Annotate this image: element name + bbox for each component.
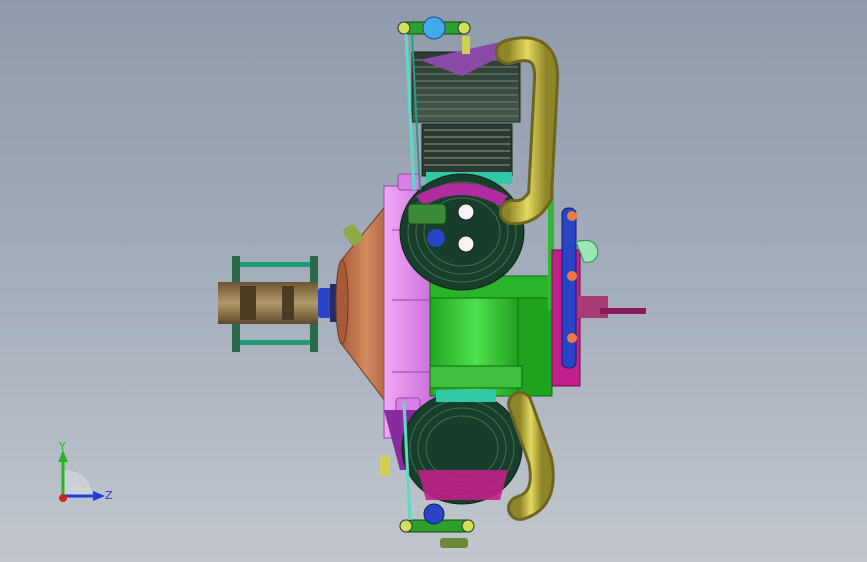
hub-collar-2 [282, 286, 294, 320]
hub-cage-top-bar [236, 262, 316, 267]
prop-hub-assembly[interactable] [218, 256, 340, 352]
top-cylinder-head[interactable] [399, 173, 525, 291]
valve-cap-upper [457, 203, 475, 221]
valve-cap-lower [457, 235, 475, 253]
hub-collar [240, 286, 256, 320]
triad-z-arrow [93, 491, 105, 501]
cad-viewport[interactable]: Y Z [0, 0, 867, 562]
spark-plug-top [422, 16, 446, 40]
rear-cover [561, 207, 577, 369]
triad-y-label: Y [58, 440, 66, 453]
rocker-plate [407, 203, 447, 225]
rear-accessory-section[interactable] [548, 190, 646, 387]
exhaust-pipe-bottom[interactable] [507, 391, 555, 521]
radial-engine-model[interactable] [0, 0, 867, 562]
triad-x-origin [59, 494, 67, 502]
hub-cage-bottom-bar [236, 340, 316, 345]
hub-body [218, 282, 318, 324]
main-cylinder-body[interactable] [429, 275, 553, 397]
spark-plug-blue [427, 229, 445, 247]
triad-plane-arc [63, 470, 93, 496]
spark-plug-bottom [423, 503, 445, 525]
shaft-ring [318, 288, 332, 318]
triad-z-label: Z [105, 489, 113, 502]
orientation-triad[interactable]: Y Z [45, 440, 125, 520]
